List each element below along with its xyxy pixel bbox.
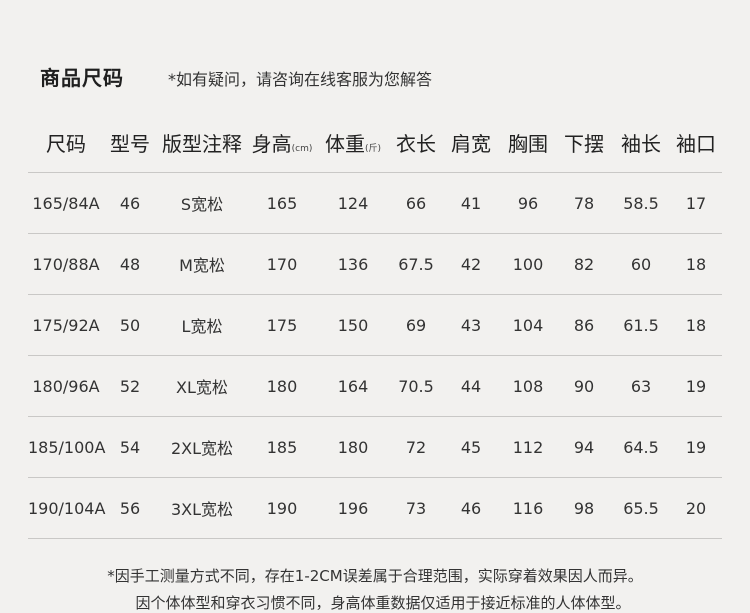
column-header: 版型注释 [162,131,242,156]
table-cell: 44 [442,355,500,417]
table-cell: 175/92A [28,294,104,356]
table-cell: 18 [670,294,722,356]
table-cell: 19 [670,416,722,478]
table-row: 170/88A 48 M宽松 170 136 67.5 42 100 82 60… [28,233,722,295]
table-cell: XL宽松 [156,355,248,417]
table-cell: 185/100A [28,416,105,478]
table-cell: 43 [442,294,500,356]
table-cell: 72 [390,416,442,478]
table-row: 185/100A 54 2XL宽松 185 180 72 45 112 94 6… [28,416,722,478]
table-cell: 108 [500,355,556,417]
table-cell: 60 [612,233,670,295]
table-cell: 185 [248,416,316,478]
table-cell: 170 [248,233,316,295]
column-header: 体重(斤) [324,131,382,156]
table-cell: 18 [670,233,722,295]
table-cell: M宽松 [156,233,248,295]
table-cell: 180/96A [28,355,104,417]
table-cell: 165 [248,172,316,234]
table-cell: 61.5 [612,294,670,356]
table-cell: 170/88A [28,233,104,295]
table-row: 165/84A 46 S宽松 165 124 66 41 96 78 58.5 … [28,172,722,234]
table-cell: 116 [500,477,556,539]
table-cell: 82 [556,233,612,295]
table-cell: 136 [316,233,390,295]
table-cell: 78 [556,172,612,234]
table-cell: 190 [248,477,316,539]
table-cell: 90 [556,355,612,417]
disclaimer-line-1: *因手工测量方式不同，存在1-2CM误差属于合理范围，实际穿着效果因人而异。 [107,567,643,585]
table-row: 190/104A 56 3XL宽松 190 196 73 46 116 98 6… [28,477,722,539]
table-cell: 46 [442,477,500,539]
table-cell: 45 [442,416,500,478]
table-cell: 180 [316,416,390,478]
table-cell: 164 [316,355,390,417]
table-cell: 54 [104,416,156,478]
page-title: 商品尺码 [40,66,124,90]
table-cell: 165/84A [28,172,104,234]
table-cell: 20 [670,477,722,539]
table-cell: 69 [390,294,442,356]
table-cell: 52 [104,355,156,417]
column-header: 下摆 [564,131,604,156]
table-cell: 100 [500,233,556,295]
table-cell: 42 [442,233,500,295]
table-cell: 196 [316,477,390,539]
column-header: 型号 [110,131,150,156]
table-cell: S宽松 [156,172,248,234]
table-cell: 190/104A [28,477,105,539]
table-cell: 124 [316,172,390,234]
table-cell: 17 [670,172,722,234]
table-cell: 41 [442,172,500,234]
table-cell: 58.5 [612,172,670,234]
inquiry-note: *如有疑问，请咨询在线客服为您解答 [168,70,433,89]
column-header: 袖长 [621,131,661,156]
table-header-row: 尺码 型号 版型注释 身高(cm) 体重(斤) 衣长 肩宽 胸围 下摆 袖长 袖… [28,112,722,173]
table-cell: 50 [104,294,156,356]
table-cell: 175 [248,294,316,356]
column-header: 肩宽 [451,131,491,156]
table-cell: 46 [104,172,156,234]
column-header: 袖口 [676,131,716,156]
table-cell: 94 [556,416,612,478]
table-cell: 98 [556,477,612,539]
table-cell: 66 [390,172,442,234]
table-cell: 96 [500,172,556,234]
size-chart-table: 尺码 型号 版型注释 身高(cm) 体重(斤) 衣长 肩宽 胸围 下摆 袖长 袖… [28,112,722,539]
table-cell: 3XL宽松 [156,477,248,539]
table-cell: 64.5 [612,416,670,478]
table-cell: 180 [248,355,316,417]
table-cell: 56 [104,477,156,539]
table-cell: 104 [500,294,556,356]
column-header: 胸围 [508,131,548,156]
table-cell: 73 [390,477,442,539]
table-cell: 63 [612,355,670,417]
table-cell: 67.5 [390,233,442,295]
column-header: 尺码 [46,131,86,156]
table-cell: 19 [670,355,722,417]
table-cell: 86 [556,294,612,356]
column-header: 衣长 [396,131,436,156]
table-row: 175/92A 50 L宽松 175 150 69 43 104 86 61.5… [28,294,722,356]
table-cell: 48 [104,233,156,295]
table-cell: L宽松 [156,294,248,356]
table-cell: 112 [500,416,556,478]
table-cell: 2XL宽松 [156,416,248,478]
column-header: 身高(cm) [251,131,313,156]
table-row: 180/96A 52 XL宽松 180 164 70.5 44 108 90 6… [28,355,722,417]
table-cell: 70.5 [390,355,442,417]
table-cell: 150 [316,294,390,356]
table-cell: 65.5 [612,477,670,539]
